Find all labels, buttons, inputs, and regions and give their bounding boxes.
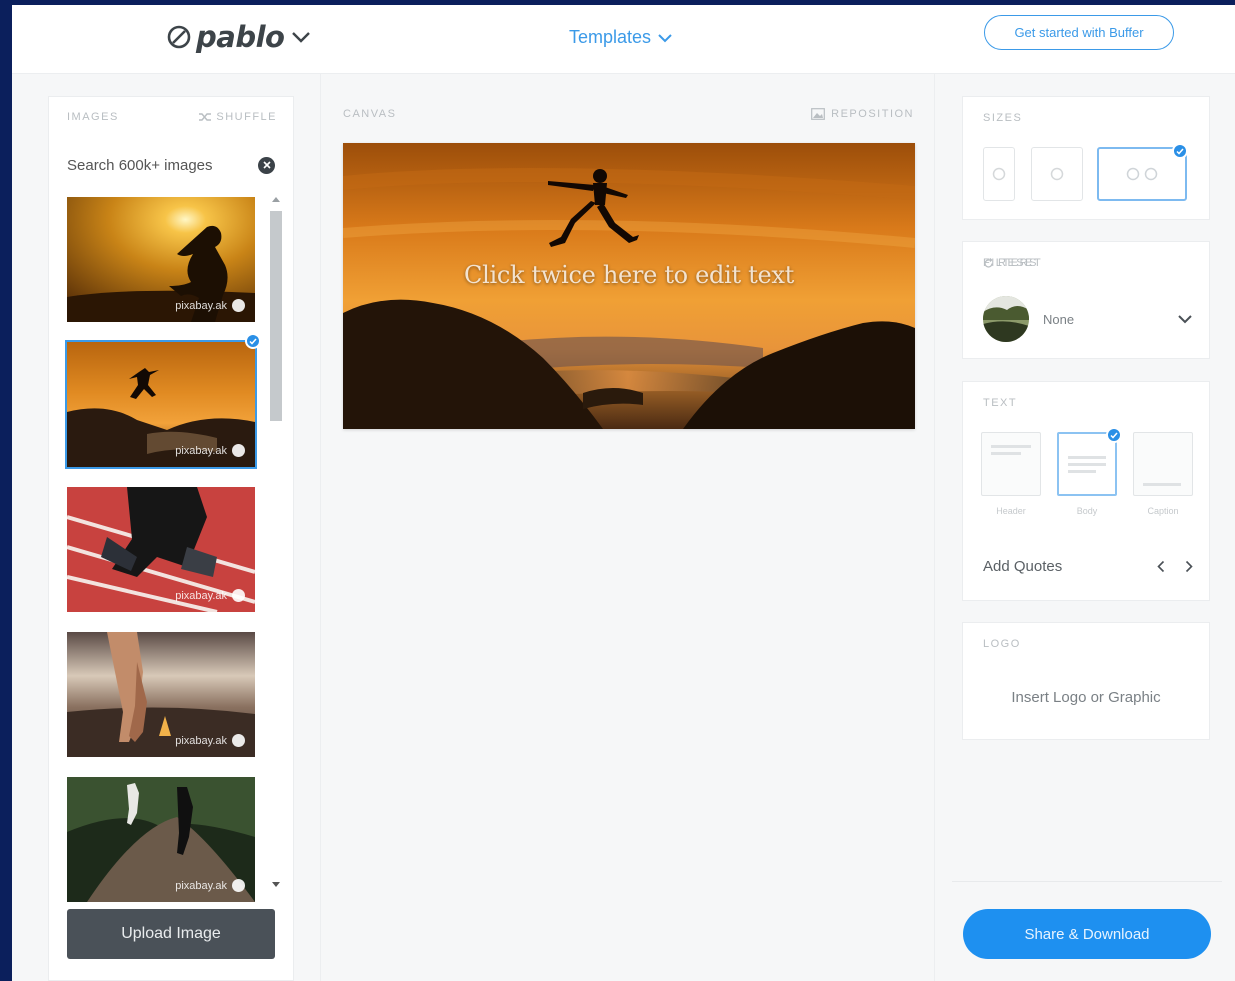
sizes-section-label: SIZES xyxy=(983,112,1023,124)
image-list-scrollbar[interactable] xyxy=(267,197,282,887)
pablo-app: pablo Templates Get started with Buffer … xyxy=(12,5,1235,981)
chevron-down-icon xyxy=(658,33,672,42)
credit-text: pixabay.ak xyxy=(175,299,227,312)
text-style-label: Body xyxy=(1076,506,1098,516)
shuffle-label: SHUFFLE xyxy=(216,111,277,123)
top-bar: pablo Templates Get started with Buffer xyxy=(12,5,1235,74)
image-icon xyxy=(811,108,826,120)
chevron-down-icon xyxy=(1178,315,1192,324)
filter-dropdown[interactable]: None xyxy=(983,296,1193,342)
credit-text: pixabay.ak xyxy=(175,589,227,602)
scrollbar-thumb[interactable] xyxy=(270,211,282,421)
templates-dropdown[interactable]: Templates xyxy=(569,27,673,48)
info-icon[interactable] xyxy=(232,879,245,892)
canvas-header: CANVAS REPOSITION xyxy=(343,108,914,120)
info-icon[interactable] xyxy=(232,734,245,747)
canvas-overlay-text[interactable]: Click twice here to edit text xyxy=(343,261,915,289)
selected-check-icon xyxy=(1106,427,1122,443)
close-icon xyxy=(262,161,271,169)
insert-logo-button[interactable]: Insert Logo or Graphic xyxy=(963,689,1209,706)
twitter-icon xyxy=(1126,167,1140,181)
photo-credit: pixabay.ak xyxy=(175,299,245,312)
image-thumbnail[interactable]: pixabay.ak xyxy=(67,632,255,757)
column-divider xyxy=(320,73,321,981)
share-download-button[interactable]: Share & Download xyxy=(963,909,1211,959)
chevron-right-icon[interactable] xyxy=(1185,560,1193,573)
image-results-list: pixabay.ak pixabay.ak pixabay.ak pixabay… xyxy=(65,197,257,922)
chevron-left-icon[interactable] xyxy=(1157,560,1165,573)
quote-navigation xyxy=(1157,560,1193,573)
photo-credit: pixabay.ak xyxy=(175,879,245,892)
images-panel-header: IMAGES SHUFFLE xyxy=(67,111,277,123)
logo-text: pablo xyxy=(196,20,285,54)
scroll-down-arrow-icon[interactable] xyxy=(272,882,280,887)
info-icon[interactable] xyxy=(232,589,245,602)
pablo-logo[interactable]: pablo xyxy=(166,19,312,55)
size-option-instagram[interactable] xyxy=(1031,147,1083,201)
reset-label: RESET xyxy=(998,257,1043,269)
credit-text: pixabay.ak xyxy=(175,734,227,747)
clear-search-button[interactable] xyxy=(258,156,275,174)
credit-text: pixabay.ak xyxy=(175,879,227,892)
photo-credit: pixabay.ak xyxy=(175,589,245,602)
text-style-header[interactable] xyxy=(981,432,1041,496)
reset-icon xyxy=(984,257,993,268)
images-panel: IMAGES SHUFFLE Search 600k+ images pixab… xyxy=(48,96,294,981)
logo-card: LOGO Insert Logo or Graphic xyxy=(962,622,1210,740)
credit-text: pixabay.ak xyxy=(175,444,227,457)
search-input[interactable] xyxy=(67,156,247,174)
selected-check-icon xyxy=(1172,143,1188,159)
get-started-button[interactable]: Get started with Buffer xyxy=(984,15,1174,50)
text-style-label: Caption xyxy=(1147,506,1179,516)
selected-check-icon xyxy=(245,333,261,349)
filter-preview-thumbnail xyxy=(983,296,1029,342)
canvas-section-label: CANVAS xyxy=(343,108,397,120)
footer-divider xyxy=(952,881,1222,882)
text-style-caption[interactable] xyxy=(1133,432,1193,496)
upload-image-button[interactable]: Upload Image xyxy=(67,909,275,959)
image-thumbnail[interactable]: pixabay.ak xyxy=(67,197,255,322)
info-icon[interactable] xyxy=(232,299,245,312)
text-style-label: Header xyxy=(996,506,1026,516)
image-thumbnail[interactable]: pixabay.ak xyxy=(67,487,255,612)
add-quotes-row: Add Quotes xyxy=(983,558,1193,575)
pinterest-icon xyxy=(992,167,1006,181)
pablo-logo-icon xyxy=(167,25,191,49)
reposition-label: REPOSITION xyxy=(831,108,914,120)
text-card: TEXT Header Body Caption Add Quotes xyxy=(962,381,1210,601)
image-search xyxy=(67,153,275,177)
add-quotes-label[interactable]: Add Quotes xyxy=(983,558,1062,575)
image-thumbnail-selected[interactable]: pixabay.ak xyxy=(65,340,257,469)
facebook-icon xyxy=(1144,167,1158,181)
shuffle-icon xyxy=(199,113,212,121)
reset-filters-button[interactable]: RESET xyxy=(983,257,1189,269)
photo-credit: pixabay.ak xyxy=(175,734,245,747)
size-option-pinterest[interactable] xyxy=(983,147,1015,201)
design-canvas[interactable]: Click twice here to edit text xyxy=(343,143,915,429)
photo-credit: pixabay.ak xyxy=(175,444,245,457)
sizes-card: SIZES xyxy=(962,96,1210,220)
images-section-label: IMAGES xyxy=(67,111,119,123)
scroll-up-arrow-icon[interactable] xyxy=(272,197,280,202)
logo-section-label: LOGO xyxy=(983,638,1021,650)
reposition-button[interactable]: REPOSITION xyxy=(811,108,914,120)
templates-label: Templates xyxy=(569,27,652,47)
image-thumbnail[interactable]: pixabay.ak xyxy=(67,777,255,902)
column-divider xyxy=(934,73,935,981)
current-filter-name: None xyxy=(1043,311,1075,327)
chevron-down-icon xyxy=(292,32,311,43)
info-icon[interactable] xyxy=(232,444,245,457)
instagram-icon xyxy=(1050,167,1064,181)
filters-card: FILTERS RESET None xyxy=(962,241,1210,359)
text-section-label: TEXT xyxy=(983,397,1018,409)
text-style-body[interactable] xyxy=(1057,432,1117,496)
shuffle-button[interactable]: SHUFFLE xyxy=(199,111,277,123)
